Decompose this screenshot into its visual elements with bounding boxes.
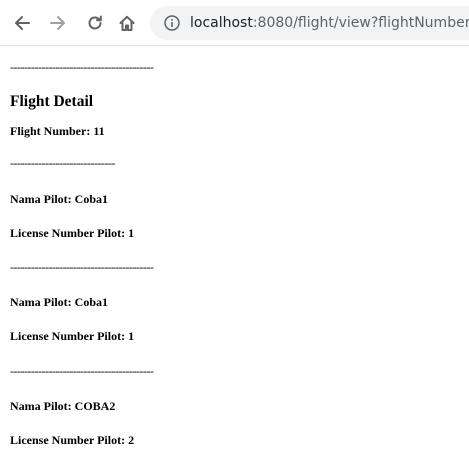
- flight-number: Flight Number: 11: [10, 124, 105, 138]
- info-icon[interactable]: [164, 15, 180, 31]
- url-host: localhost: [190, 15, 253, 31]
- pilot-name: Nama Pilot: COBA2: [10, 399, 116, 413]
- url-path: :8080/flight/view?flightNumber=11: [252, 15, 469, 31]
- divider: ----------------------------------------…: [10, 364, 154, 378]
- back-arrow-icon[interactable]: [10, 11, 34, 35]
- page-content: ----------------------------------------…: [10, 60, 465, 447]
- address-bar[interactable]: localhost:8080/flight/view?flightNumber=…: [150, 6, 469, 40]
- divider: ----------------------------------------…: [10, 60, 154, 74]
- divider: ----------------------------------------…: [10, 260, 154, 274]
- reload-icon[interactable]: [83, 11, 107, 35]
- pilot-license: License Number Pilot: 2: [10, 433, 135, 447]
- page-title: Flight Detail: [10, 93, 94, 110]
- pilot-name: Nama Pilot: Coba1: [10, 295, 108, 309]
- home-icon[interactable]: [115, 11, 139, 35]
- pilot-name: Nama Pilot: Coba1: [10, 192, 108, 206]
- browser-toolbar: localhost:8080/flight/view?flightNumber=…: [0, 0, 469, 46]
- divider: ------------------------------: [10, 156, 115, 170]
- pilot-license: License Number Pilot: 1: [10, 226, 135, 240]
- pilot-license: License Number Pilot: 1: [10, 329, 135, 343]
- forward-arrow-icon[interactable]: [46, 11, 70, 35]
